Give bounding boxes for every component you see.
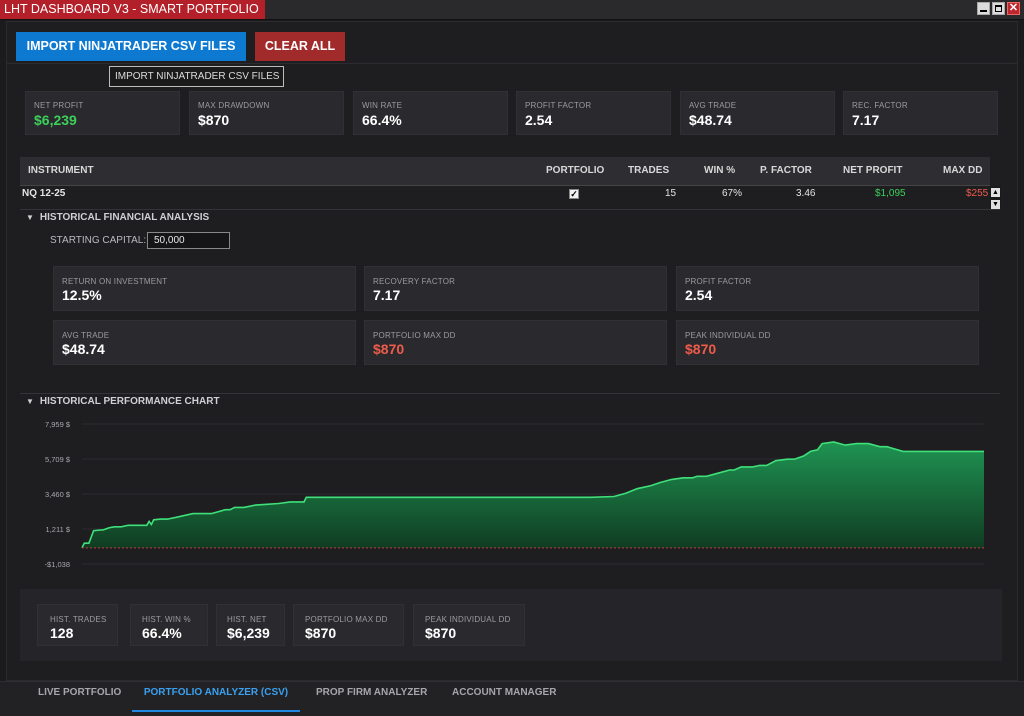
card-label: WIN RATE: [362, 101, 403, 110]
card-label: HIST. WIN %: [142, 615, 191, 624]
net-profit-card: NET PROFIT $6,239: [25, 91, 180, 135]
card-label: PEAK INDIVIDUAL DD: [685, 331, 771, 340]
minimize-button[interactable]: [977, 2, 990, 15]
card-value: 2.54: [525, 112, 553, 128]
import-tooltip: IMPORT NINJATRADER CSV FILES: [109, 66, 284, 87]
cell-trades: 15: [665, 188, 677, 199]
card-label: PORTFOLIO MAX DD: [305, 615, 388, 624]
performance-chart-header[interactable]: ▼ HISTORICAL PERFORMANCE CHART: [26, 396, 220, 407]
card-value: 66.4%: [362, 112, 402, 128]
close-button[interactable]: ✕: [1007, 2, 1020, 15]
card-value: 128: [50, 625, 74, 641]
profit-factor-card: PROFIT FACTOR 2.54: [516, 91, 671, 135]
table-row[interactable]: NQ 12-25 ✓ 15 67% 3.46 $1,095 $255: [20, 186, 990, 203]
hist-peak-individual-dd-card: PEAK INDIVIDUAL DD $870: [413, 604, 525, 646]
profit-factor-card-2: PROFIT FACTOR 2.54: [676, 266, 979, 311]
instrument-table-header: INSTRUMENT PORTFOLIO TRADES WIN % P. FAC…: [20, 157, 990, 186]
app-title: LHT DASHBOARD V3 - SMART PORTFOLIO: [0, 0, 265, 19]
avg-trade-card: AVG TRADE $48.74: [680, 91, 835, 135]
card-value: $48.74: [62, 341, 105, 357]
tab-portfolio-analyzer[interactable]: PORTFOLIO ANALYZER (CSV): [132, 681, 300, 712]
card-label: REC. FACTOR: [852, 101, 908, 110]
y-tick-label: 7,959 $: [45, 420, 71, 429]
col-pfactor[interactable]: P. FACTOR: [760, 157, 812, 185]
cell-win: 67%: [722, 188, 743, 199]
card-label: PROFIT FACTOR: [525, 101, 592, 110]
col-net-profit[interactable]: NET PROFIT: [843, 157, 902, 185]
y-tick-label: 3,460 $: [45, 490, 71, 499]
section-title: HISTORICAL PERFORMANCE CHART: [39, 396, 220, 407]
y-tick-label: 1,211 $: [46, 525, 71, 534]
collapse-triangle-icon[interactable]: ▼: [26, 213, 34, 222]
win-rate-card: WIN RATE 66.4%: [353, 91, 508, 135]
hist-win-card: HIST. WIN % 66.4%: [130, 604, 208, 646]
table-scrollbar[interactable]: ▲ ▼: [990, 186, 1001, 210]
card-value: 7.17: [373, 287, 401, 303]
card-value: 7.17: [852, 112, 880, 128]
maximize-button[interactable]: [992, 2, 1005, 15]
rec-factor-card: REC. FACTOR 7.17: [843, 91, 998, 135]
cell-net-profit: $1,095: [875, 188, 906, 199]
scroll-up-icon[interactable]: ▲: [991, 188, 1000, 197]
avg-trade-card-2: AVG TRADE $48.74: [53, 320, 356, 365]
card-label: NET PROFIT: [34, 101, 84, 110]
hist-net-card: HIST. NET $6,239: [216, 604, 285, 646]
card-value: 2.54: [685, 287, 713, 303]
toolbar-divider: [7, 63, 1017, 64]
cell-instrument: NQ 12-25: [22, 188, 66, 199]
tab-live-portfolio[interactable]: LIVE PORTFOLIO: [38, 681, 121, 710]
card-label: PROFIT FACTOR: [685, 277, 752, 286]
card-value: $870: [685, 341, 717, 357]
col-instrument[interactable]: INSTRUMENT: [28, 157, 94, 185]
card-label: AVG TRADE: [689, 101, 737, 110]
card-value: $870: [373, 341, 405, 357]
card-label: MAX DRAWDOWN: [198, 101, 270, 110]
card-value: $870: [425, 625, 457, 641]
portfolio-max-dd-card: PORTFOLIO MAX DD $870: [364, 320, 667, 365]
max-drawdown-card: MAX DRAWDOWN $870: [189, 91, 344, 135]
card-label: PORTFOLIO MAX DD: [373, 331, 456, 340]
clear-all-button[interactable]: CLEAR ALL: [255, 32, 345, 61]
card-value: $870: [305, 625, 337, 641]
card-value: 12.5%: [62, 287, 102, 303]
card-label: HIST. TRADES: [50, 615, 107, 624]
roi-card: RETURN ON INVESTMENT 12.5%: [53, 266, 356, 311]
card-label: RECOVERY FACTOR: [373, 277, 456, 286]
equity-area: [82, 442, 984, 548]
recovery-factor-card: RECOVERY FACTOR 7.17: [364, 266, 667, 311]
card-value: $870: [198, 112, 230, 128]
portfolio-checkbox[interactable]: ✓: [569, 189, 579, 199]
card-label: PEAK INDIVIDUAL DD: [425, 615, 511, 624]
card-value: 66.4%: [142, 625, 182, 641]
card-label: AVG TRADE: [62, 331, 110, 340]
col-win[interactable]: WIN %: [704, 157, 735, 185]
y-tick-label: -$1,038: [45, 560, 70, 569]
card-value: $6,239: [34, 112, 77, 128]
chart-section-divider: [20, 393, 1000, 394]
performance-chart: 7,959 $ 5,709 $ 3,460 $ 1,211 $ -$1,038: [45, 420, 984, 569]
financial-analysis-header[interactable]: ▼ HISTORICAL FINANCIAL ANALYSIS: [26, 212, 209, 223]
card-label: RETURN ON INVESTMENT: [62, 277, 168, 286]
tab-account-manager[interactable]: ACCOUNT MANAGER: [452, 681, 556, 710]
table-divider: [20, 209, 1000, 210]
starting-capital-label: STARTING CAPITAL:: [50, 235, 147, 246]
import-csv-button[interactable]: IMPORT NINJATRADER CSV FILES: [16, 32, 246, 61]
peak-individual-dd-card: PEAK INDIVIDUAL DD $870: [676, 320, 979, 365]
col-portfolio[interactable]: PORTFOLIO: [546, 157, 604, 185]
starting-capital-input[interactable]: 50,000: [147, 232, 230, 249]
tab-prop-firm-analyzer[interactable]: PROP FIRM ANALYZER: [316, 681, 427, 710]
col-trades[interactable]: TRADES: [628, 157, 669, 185]
scroll-down-icon[interactable]: ▼: [991, 200, 1000, 209]
col-max-dd[interactable]: MAX DD: [943, 157, 982, 185]
card-value: $48.74: [689, 112, 732, 128]
collapse-triangle-icon[interactable]: ▼: [26, 397, 34, 406]
y-tick-label: 5,709 $: [45, 455, 71, 464]
cell-max-dd: $255: [966, 188, 989, 199]
section-title: HISTORICAL FINANCIAL ANALYSIS: [39, 212, 210, 223]
card-value: $6,239: [227, 625, 270, 641]
cell-pfactor: 3.46: [796, 188, 816, 199]
hist-trades-card: HIST. TRADES 128: [37, 604, 118, 646]
card-label: HIST. NET: [227, 615, 267, 624]
hist-portfolio-max-dd-card: PORTFOLIO MAX DD $870: [293, 604, 404, 646]
